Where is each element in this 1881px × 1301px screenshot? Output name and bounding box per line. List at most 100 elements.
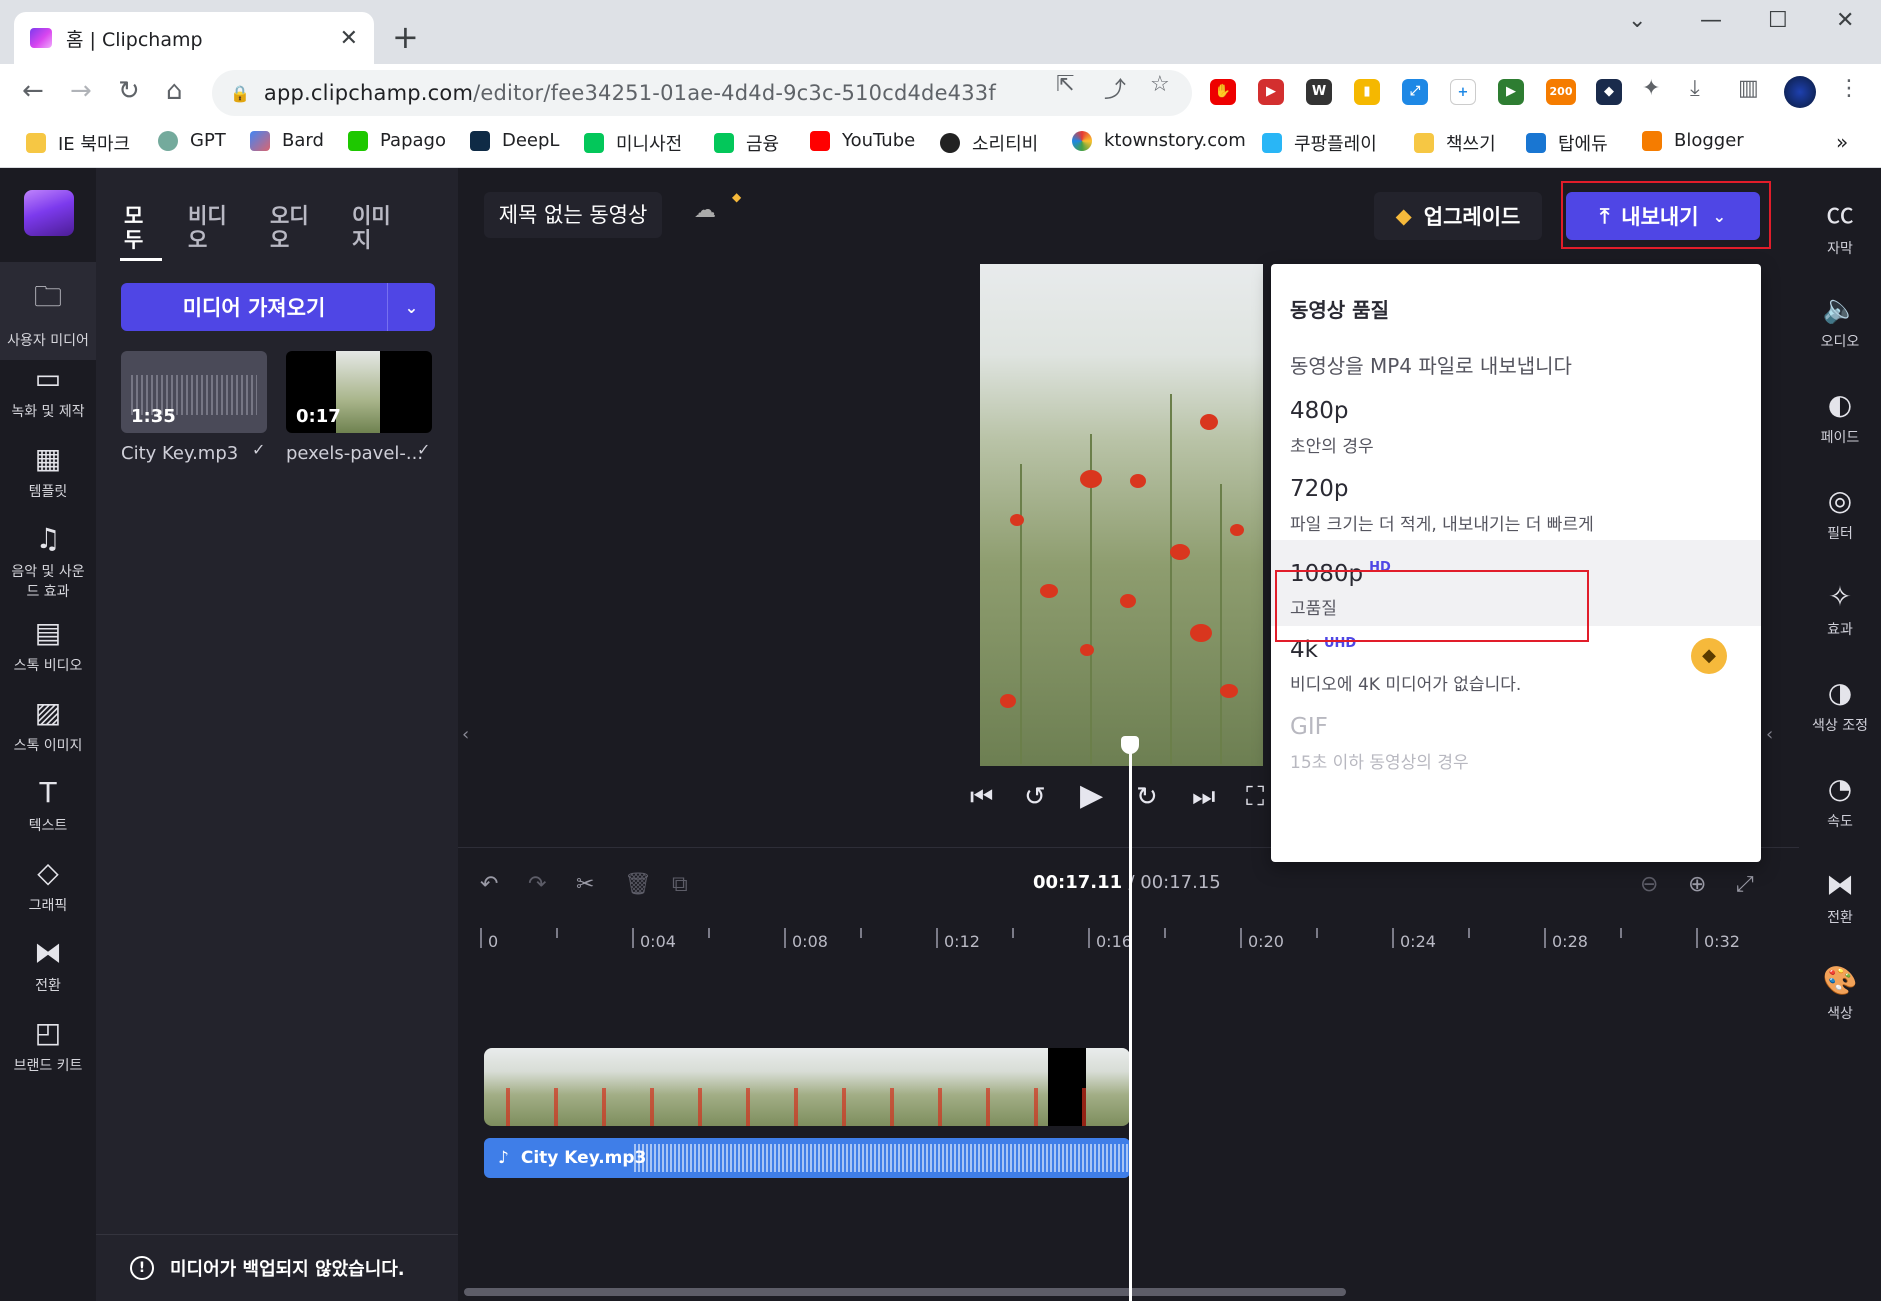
video-clip[interactable] [484,1048,1130,1126]
minimize-icon[interactable]: — [1700,8,1722,33]
close-window-icon[interactable]: ✕ [1836,8,1854,33]
profile-avatar[interactable] [1784,76,1816,108]
nav-transitions[interactable]: ⧓ 전환 [0,936,96,995]
home-icon[interactable]: ⌂ [166,76,183,106]
scissors-icon[interactable]: ✂ [576,872,594,897]
bookmark-item[interactable]: Bard [250,130,324,151]
nav-color-adjust[interactable]: ◑ 색상 조정 [1799,676,1881,735]
back-icon[interactable]: ← [22,76,44,106]
play-icon[interactable]: ▶ [1080,778,1103,813]
open-in-app-icon[interactable]: ⇱ [1056,72,1074,97]
download-icon[interactable]: ⤓ [1690,76,1700,101]
duplicate-icon[interactable]: ⧉ [672,872,688,897]
nav-templates[interactable]: ▦ 템플릿 [0,442,96,501]
nav-captions[interactable]: ㏄ 자막 [1799,192,1881,258]
close-tab-icon[interactable]: ✕ [340,26,358,51]
chevron-down-icon[interactable]: ⌄ [388,298,435,317]
bookmark-item[interactable]: Blogger [1642,130,1744,151]
video-title-input[interactable]: 제목 없는 동영상 [484,192,662,238]
quality-option-gif[interactable]: GIF 15초 이하 동영상의 경우 [1271,694,1761,780]
nav-text[interactable]: T 텍스트 [0,776,96,835]
bookmark-item[interactable]: 책쓰기 [1414,130,1496,156]
zoom-in-icon[interactable]: ⊕ [1688,872,1706,897]
bookmark-star-icon[interactable]: ☆ [1150,72,1170,97]
collapse-left-panel-icon[interactable]: ‹ [462,724,469,745]
bookmark-item[interactable]: 미니사전 [584,130,682,156]
forward-5s-icon[interactable]: ↻ [1136,782,1158,812]
counter-extension-icon[interactable]: 200 [1546,79,1576,105]
skip-to-end-icon[interactable]: ⏭ [1192,782,1215,813]
collapse-right-panel-icon[interactable]: ‹ [1766,724,1773,745]
new-tab-icon[interactable]: + [392,18,419,56]
bookmark-item[interactable]: IE 북마크 [26,130,130,156]
quality-option-720p[interactable]: 720p 파일 크기는 더 적게, 내보내기는 더 빠르게 [1271,456,1761,542]
fullscreen-icon[interactable]: ⛶ [1246,782,1264,813]
nav-effects[interactable]: ✧ 효과 [1799,580,1881,639]
web-extension-icon[interactable]: W [1306,79,1332,105]
more-bookmarks-icon[interactable]: » [1836,130,1848,154]
capture-extension-icon[interactable]: + [1450,79,1476,105]
nav-fade[interactable]: ◐ 페이드 [1799,388,1881,447]
undo-icon[interactable]: ↶ [480,872,498,897]
nav-your-media[interactable]: 🗀 사용자 미디어 [0,262,96,360]
tab-video[interactable]: 비디오 [188,204,232,252]
tab-all[interactable]: 모두 [124,204,146,252]
bookmark-item[interactable]: ktownstory.com [1072,130,1246,151]
share-icon[interactable]: ⤴ [1104,72,1126,104]
more-menu-icon[interactable]: ⋮ [1838,76,1860,101]
cloud-offline-icon[interactable]: ☁ [694,198,716,223]
forward-icon[interactable]: → [70,76,92,106]
quality-option-480p[interactable]: 480p 초안의 경우 [1271,378,1761,464]
zoom-out-icon[interactable]: ⊖ [1640,872,1658,897]
timeline-ruler[interactable]: 0 0:04 0:08 0:12 0:16 0:20 0:24 0:28 0:3… [480,928,1786,958]
playhead[interactable] [1129,740,1132,1301]
upgrade-button[interactable]: ◆ 업그레이드 [1374,192,1542,240]
side-panel-icon[interactable]: ▥ [1738,76,1759,101]
reload-icon[interactable]: ↻ [118,76,140,106]
clipchamp-logo-icon[interactable] [24,190,74,236]
nav-color[interactable]: 🎨 색상 [1799,964,1881,1023]
bookmark-item[interactable]: GPT [158,130,226,151]
bookmark-item[interactable]: Papago [348,130,446,151]
extensions-puzzle-icon[interactable]: ✦ [1642,76,1660,101]
nav-filters[interactable]: ◎ 필터 [1799,484,1881,543]
tab-image[interactable]: 이미지 [352,204,396,252]
browser-tab[interactable]: 홈 | Clipchamp ✕ [14,12,374,64]
media-thumb-video[interactable]: 0:17 [286,351,432,433]
rewind-5s-icon[interactable]: ↺ [1024,782,1046,812]
video-extension-icon[interactable]: ▶ [1258,79,1284,105]
nav-stock-images[interactable]: ▨ 스톡 이미지 [0,696,96,755]
import-media-button[interactable]: 미디어 가져오기 ⌄ [121,283,435,331]
nav-brand-kit[interactable]: ◰ 브랜드 키트 [0,1016,96,1075]
audio-clip[interactable]: ♪ City Key.mp3 [484,1138,1130,1178]
trash-icon[interactable]: 🗑 [624,872,652,897]
bookmark-item[interactable]: 쿠팡플레이 [1262,130,1377,156]
nav-graphics[interactable]: ◇ 그래픽 [0,856,96,915]
resize-extension-icon[interactable]: ⤢ [1402,79,1428,105]
nav-speed[interactable]: ◔ 속도 [1799,772,1881,831]
adblock-extension-icon[interactable]: ✋ [1210,79,1236,105]
timeline-scrollbar[interactable] [464,1288,1346,1296]
media-thumb-audio[interactable]: 1:35 [121,351,267,433]
deepl-extension-icon[interactable]: ◆ [1596,79,1622,105]
tab-audio[interactable]: 오디오 [270,204,314,252]
bookmark-item[interactable]: 소리티비 [940,130,1038,156]
nav-stock-video[interactable]: ▤ 스톡 비디오 [0,616,96,675]
skip-to-start-icon[interactable]: ⏮ [970,782,993,813]
play-extension-icon[interactable]: ▶ [1498,79,1524,105]
bookmark-item[interactable]: DeepL [470,130,559,151]
tab-search-chevron-icon[interactable]: ⌄ [1628,8,1646,33]
bookmark-item[interactable]: 탑에듀 [1526,130,1608,156]
address-bar[interactable]: 🔒 app.clipchamp.com/editor/fee34251-01ae… [212,70,1192,116]
bookmark-item[interactable]: 금융 [714,130,779,156]
redo-icon[interactable]: ↷ [528,872,546,897]
bookmark-item[interactable]: YouTube [810,130,915,151]
nav-record-create[interactable]: ▭ 녹화 및 제작 [0,362,96,421]
nav-transitions-right[interactable]: ⧓ 전환 [1799,868,1881,927]
coupang-play-icon [1262,133,1282,153]
maximize-icon[interactable]: ☐ [1768,8,1788,33]
lock-extension-icon[interactable]: ▮ [1354,79,1380,105]
fit-timeline-icon[interactable]: ⤢ [1736,872,1754,897]
nav-audio[interactable]: 🔈 오디오 [1799,292,1881,351]
nav-music-sfx[interactable]: ♫ 음악 및 사운드 효과 [0,522,96,601]
